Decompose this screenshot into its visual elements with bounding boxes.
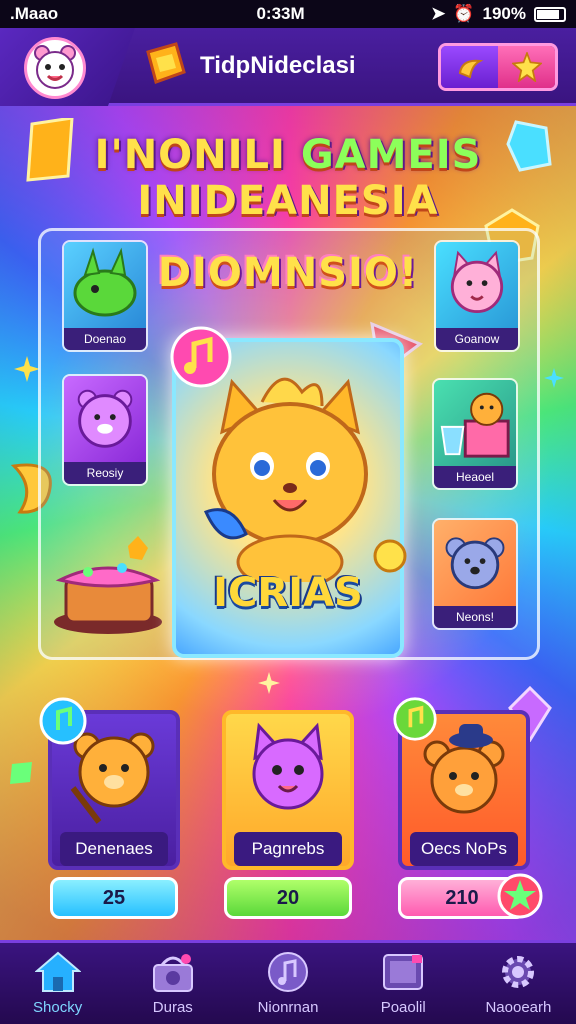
music-note-badge-icon xyxy=(170,326,232,388)
nav-item-poaolil[interactable]: Poaolil xyxy=(346,943,461,1024)
score-value: 25 xyxy=(102,886,126,909)
header-action-group xyxy=(438,43,558,91)
nav-item-duras[interactable]: Duras xyxy=(115,943,230,1024)
coins-button[interactable] xyxy=(441,46,498,88)
score-pill-1[interactable]: 25 xyxy=(50,877,178,919)
nav-label: Duras xyxy=(152,999,193,1016)
koala-icon xyxy=(445,537,505,590)
nav-item-shocky[interactable]: Shocky xyxy=(0,943,115,1024)
battery-percent: 190% xyxy=(482,4,526,23)
nav-item-naooearh[interactable]: Naooearh xyxy=(461,943,576,1024)
side-card-5-label: Neons! xyxy=(434,606,516,628)
nav-label: Naooearh xyxy=(485,999,552,1016)
hero-label: ICRIAS xyxy=(213,570,363,616)
decor-gem-green xyxy=(10,762,32,784)
mascot-face-icon xyxy=(34,45,76,89)
side-card-2[interactable]: Reosiy xyxy=(62,374,148,486)
banner-title-line2: INIDEANESIA xyxy=(137,178,439,224)
score-pill-2[interactable]: 20 xyxy=(224,877,352,919)
game-card-1-label: Denenaes xyxy=(60,832,168,866)
banner-title-line1: I'NONILI GAMEIS xyxy=(0,132,576,178)
nav-label: Nionrnan xyxy=(257,999,319,1016)
app-header: TidpNideclasi xyxy=(0,28,576,106)
decor-star xyxy=(544,368,564,388)
bottom-nav: Shocky Duras Nionrnan Poaolil Naooearh xyxy=(0,940,576,1024)
cat-icon xyxy=(450,250,504,314)
game-card-2-label: Pagnrebs xyxy=(234,832,342,866)
pink-cat-image xyxy=(436,242,518,328)
decor-star xyxy=(14,356,40,382)
gear-icon xyxy=(502,956,535,988)
purple-bear-image xyxy=(64,376,146,462)
score-value: 20 xyxy=(276,886,300,909)
decor-star xyxy=(258,672,280,694)
music-icon xyxy=(268,952,308,992)
star-icon xyxy=(511,52,542,82)
side-card-1-label: Doenao xyxy=(64,328,146,350)
green-dragon-image xyxy=(64,242,146,328)
battery-icon xyxy=(534,6,566,22)
side-card-5[interactable]: Neons! xyxy=(432,518,518,630)
nav-label: Shocky xyxy=(33,999,83,1016)
purple-cat-image xyxy=(226,714,350,832)
side-card-1[interactable]: Doenao xyxy=(62,240,148,352)
carrier-label: .Maao xyxy=(10,4,59,23)
home-icon xyxy=(34,951,81,992)
game-card-2[interactable]: Pagnrebs xyxy=(222,710,354,870)
bear-box-image xyxy=(434,380,516,466)
banner-title-line1-a: I'NONILI xyxy=(94,132,301,178)
avatar[interactable] xyxy=(24,37,86,99)
app-title: TidpNideclasi xyxy=(200,52,356,79)
side-card-3-label: Goanow xyxy=(436,328,518,350)
game-card-3-label: Oecs NoPs xyxy=(410,832,518,866)
music-note-badge-icon xyxy=(393,697,437,741)
clock: 0:33M xyxy=(256,4,305,23)
blue-koala-image xyxy=(434,520,516,606)
nav-label: Poaolil xyxy=(380,999,426,1016)
cake-icon xyxy=(54,536,162,634)
status-icons: ➤ ⏰ 190% xyxy=(431,4,566,24)
music-note-badge-icon xyxy=(39,697,87,745)
golden-cat-image xyxy=(203,377,368,582)
location-icon: ➤ xyxy=(431,4,446,23)
app-logo-icon xyxy=(146,42,186,84)
alarm-icon: ⏰ xyxy=(453,4,475,23)
photo-icon xyxy=(383,954,424,990)
star-badge-icon xyxy=(497,873,543,919)
dragon-icon xyxy=(73,247,137,317)
nav-item-nionrnan[interactable]: Nionrnan xyxy=(230,943,345,1024)
side-card-2-label: Reosiy xyxy=(64,462,146,484)
basket-icon xyxy=(152,954,193,992)
banner-title-line1-b: GAMEIS xyxy=(300,132,482,178)
side-card-4[interactable]: Heaoel xyxy=(432,378,518,490)
stars-button[interactable] xyxy=(498,46,555,88)
score-value: 210 xyxy=(445,886,479,909)
side-card-3[interactable]: Goanow xyxy=(434,240,520,352)
cat-icon xyxy=(252,722,324,810)
cookie-icon xyxy=(458,59,483,79)
box-icon xyxy=(440,392,510,458)
coin-icon xyxy=(373,539,407,573)
bear-icon xyxy=(77,389,133,448)
status-bar: .Maao 0:33M ➤ ⏰ 190% xyxy=(0,0,576,28)
side-card-4-label: Heaoel xyxy=(434,466,516,488)
